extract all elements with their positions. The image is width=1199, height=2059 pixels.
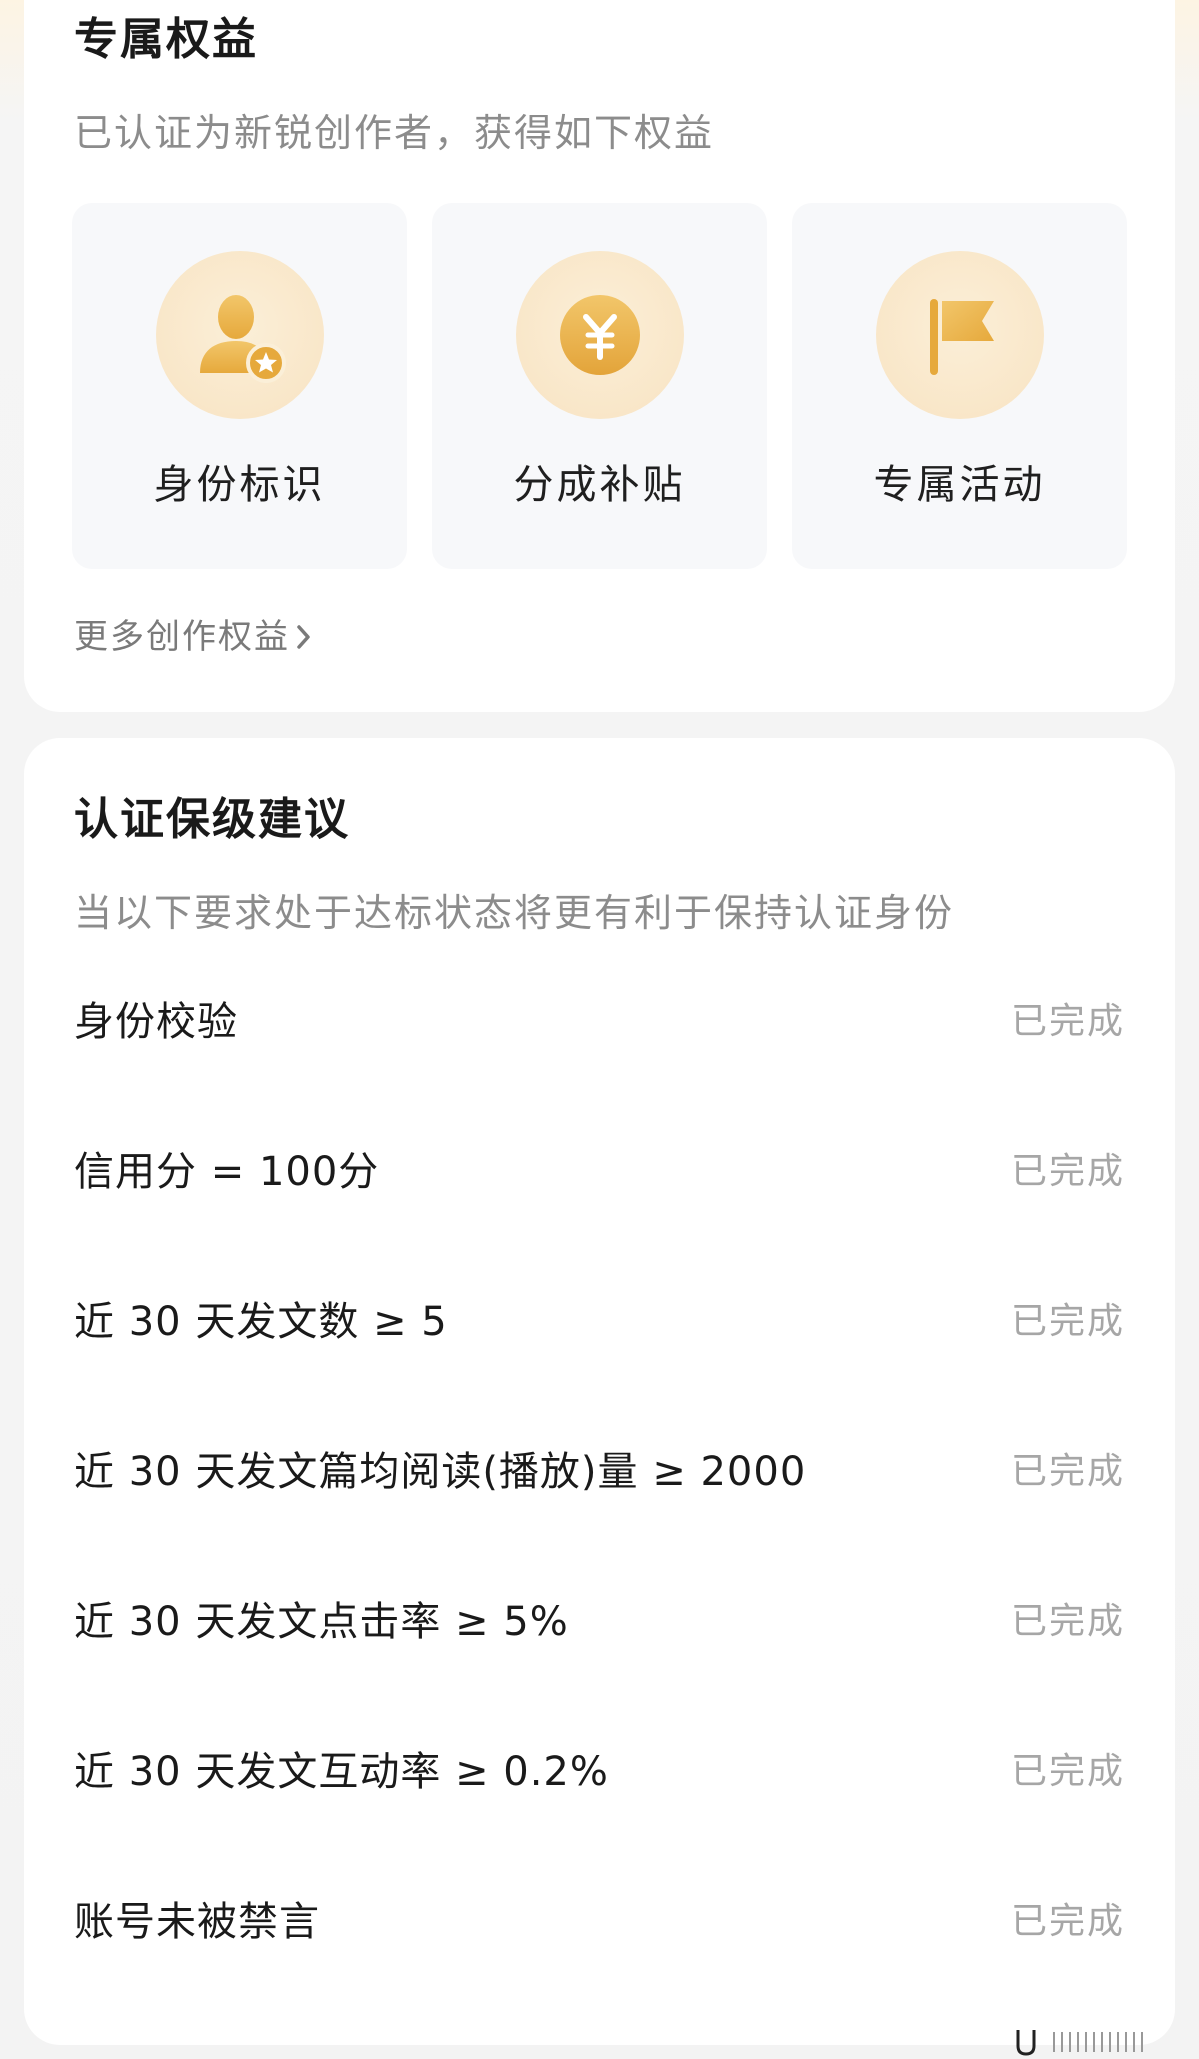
requirement-row: 近 30 天发文篇均阅读(播放)量 ≥ 2000 已完成 bbox=[74, 1438, 1125, 1498]
requirement-row: 账号未被禁言 已完成 bbox=[74, 1888, 1125, 1948]
advice-title: 认证保级建议 bbox=[74, 794, 350, 845]
benefits-card: 专属权益 已认证为新锐创作者，获得如下权益 身份标识 分成补贴 专属活动 更多创… bbox=[24, 0, 1175, 712]
requirement-status: 已完成 bbox=[1010, 1301, 1125, 1342]
requirement-row: 近 30 天发文互动率 ≥ 0.2% 已完成 bbox=[74, 1738, 1125, 1798]
benefit-tiles: 身份标识 分成补贴 专属活动 bbox=[72, 203, 1127, 569]
benefits-title: 专属权益 bbox=[74, 14, 258, 65]
benefit-tile-label: 身份标识 bbox=[153, 462, 326, 508]
requirement-text: 身份校验 bbox=[74, 999, 238, 1045]
benefit-tile-identity[interactable]: 身份标识 bbox=[72, 203, 407, 569]
requirement-status: 已完成 bbox=[1010, 1451, 1125, 1492]
requirement-status: 已完成 bbox=[1010, 1151, 1125, 1192]
requirement-text: 近 30 天发文篇均阅读(播放)量 ≥ 2000 bbox=[74, 1449, 807, 1495]
watermark-icon bbox=[1016, 2030, 1143, 2056]
more-benefits-link[interactable]: 更多创作权益 bbox=[74, 620, 312, 654]
requirement-status: 已完成 bbox=[1010, 1751, 1125, 1792]
user-badge-icon bbox=[156, 251, 324, 419]
advice-card: 认证保级建议 当以下要求处于达标状态将更有利于保持认证身份 身份校验 已完成 信… bbox=[24, 738, 1175, 2045]
benefit-tile-label: 专属活动 bbox=[873, 462, 1046, 508]
more-benefits-label: 更多创作权益 bbox=[74, 617, 290, 657]
requirement-text: 近 30 天发文互动率 ≥ 0.2% bbox=[74, 1749, 609, 1795]
requirement-status: 已完成 bbox=[1010, 1001, 1125, 1042]
advice-subtitle: 当以下要求处于达标状态将更有利于保持认证身份 bbox=[74, 891, 955, 935]
requirement-text: 账号未被禁言 bbox=[74, 1899, 320, 1945]
requirement-row: 近 30 天发文数 ≥ 5 已完成 bbox=[74, 1288, 1125, 1348]
benefits-subtitle: 已认证为新锐创作者，获得如下权益 bbox=[74, 111, 715, 155]
requirement-status: 已完成 bbox=[1010, 1901, 1125, 1942]
requirement-text: 近 30 天发文点击率 ≥ 5% bbox=[74, 1599, 569, 1645]
yuan-coin-icon bbox=[516, 251, 684, 419]
requirement-row: 近 30 天发文点击率 ≥ 5% 已完成 bbox=[74, 1588, 1125, 1648]
chevron-right-icon bbox=[297, 625, 310, 649]
requirement-text: 近 30 天发文数 ≥ 5 bbox=[74, 1299, 448, 1345]
requirement-text: 信用分 = 100分 bbox=[74, 1149, 380, 1195]
requirement-status: 已完成 bbox=[1010, 1601, 1125, 1642]
requirement-row: 身份校验 已完成 bbox=[74, 988, 1125, 1048]
flag-icon bbox=[876, 251, 1044, 419]
benefit-tile-activity[interactable]: 专属活动 bbox=[792, 203, 1127, 569]
benefit-tile-revenue[interactable]: 分成补贴 bbox=[432, 203, 767, 569]
requirement-row: 信用分 = 100分 已完成 bbox=[74, 1138, 1125, 1198]
benefit-tile-label: 分成补贴 bbox=[513, 462, 686, 508]
